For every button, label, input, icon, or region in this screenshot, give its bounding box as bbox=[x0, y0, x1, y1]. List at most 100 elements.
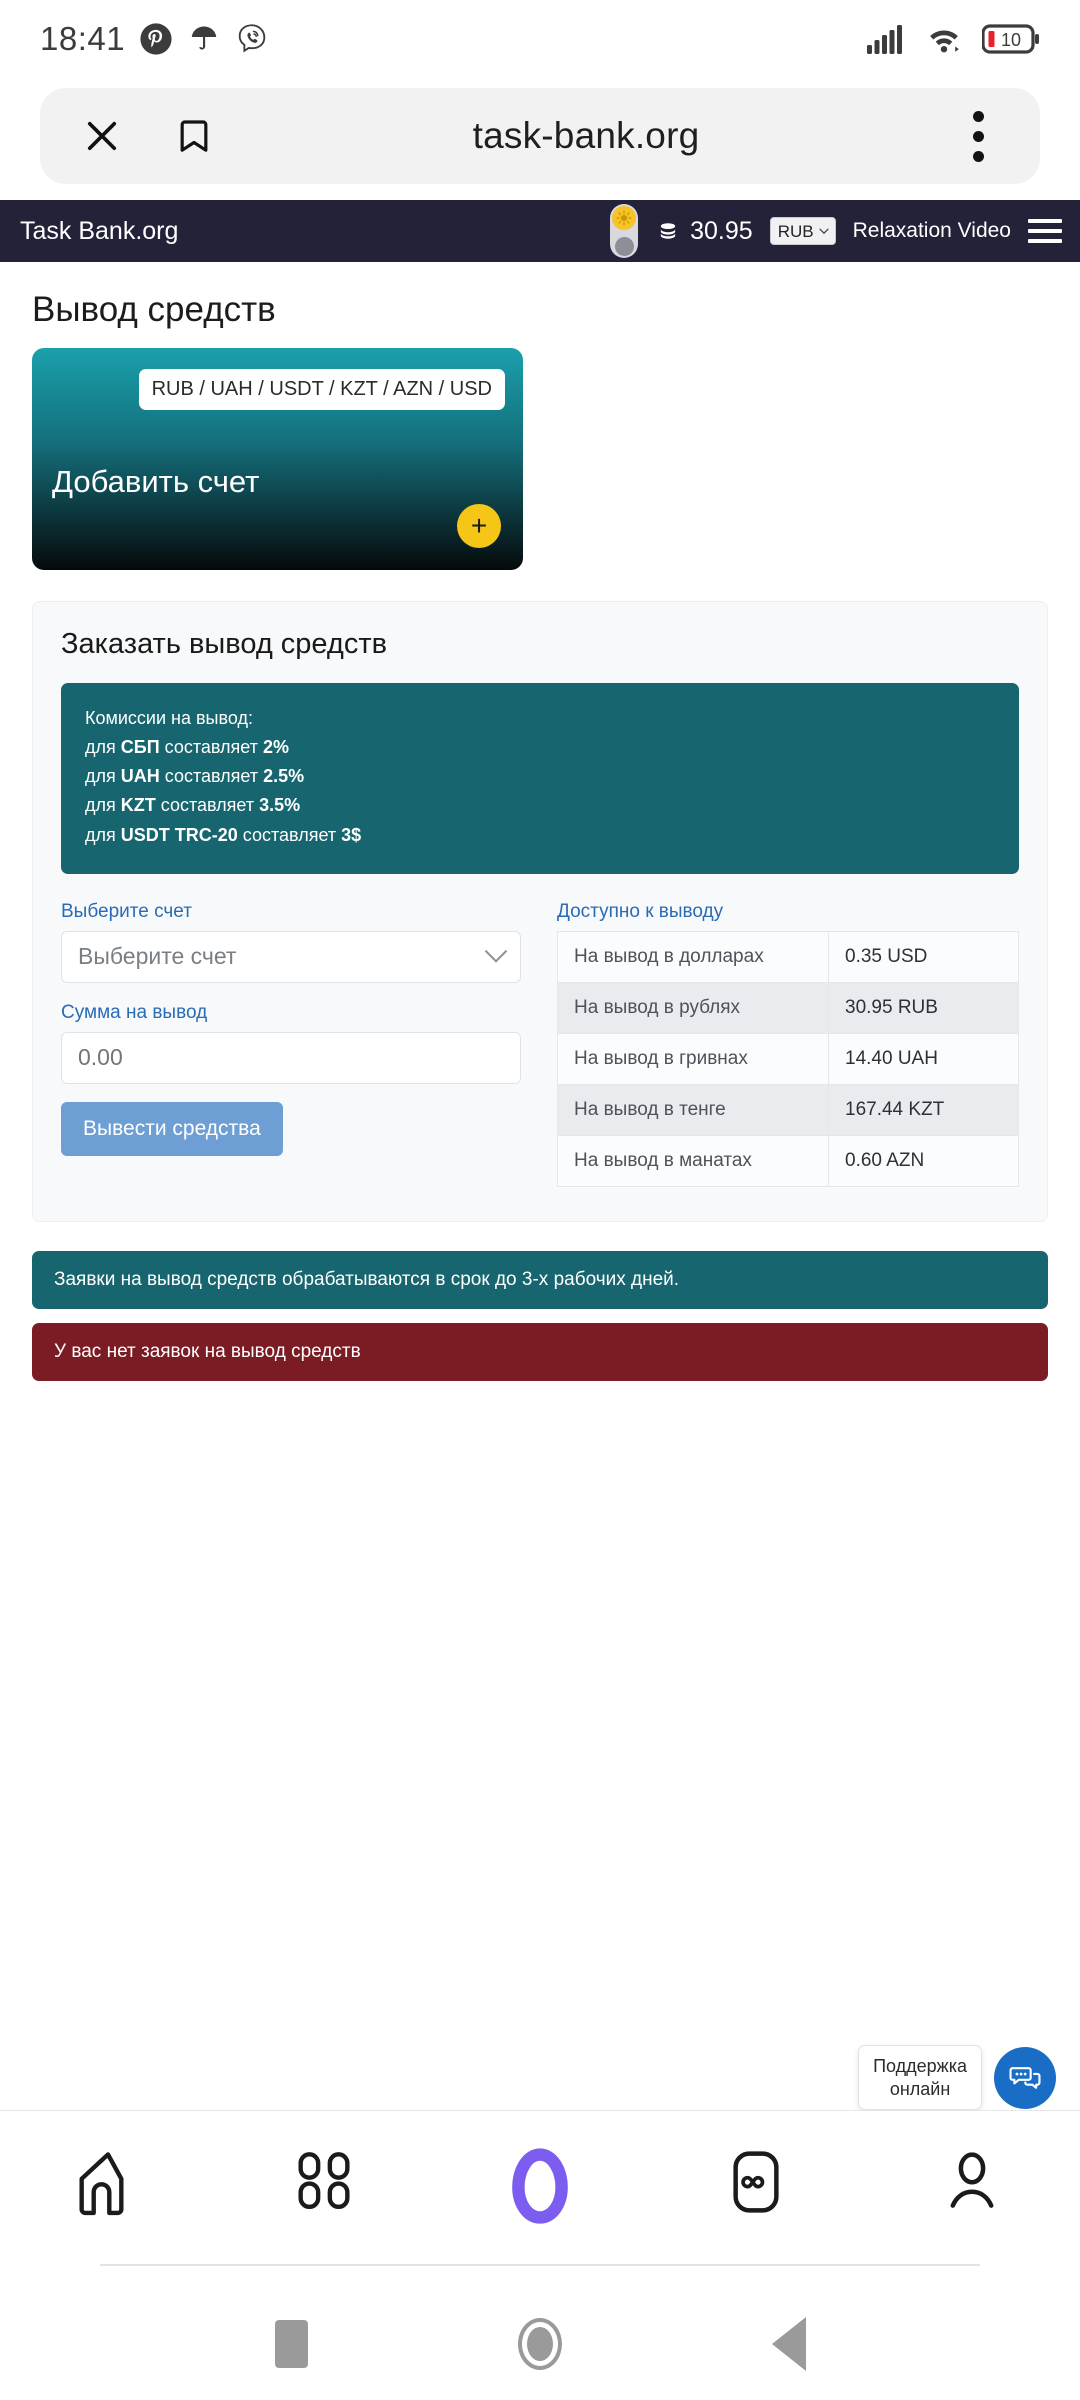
page-title: Вывод средств bbox=[32, 290, 276, 329]
support-tooltip-line2: онлайн bbox=[889, 2078, 951, 2099]
browser-urlbar[interactable]: task-bank.org bbox=[40, 88, 1040, 184]
supported-currencies-badge: RUB / UAH / USDT / KZT / AZN / USD bbox=[138, 369, 505, 410]
row-value: 0.35 USD bbox=[828, 930, 1019, 983]
fee-mid: составляет bbox=[159, 766, 264, 787]
home-circle-icon[interactable] bbox=[517, 2318, 562, 2370]
fee-method: USDT TRC-20 bbox=[120, 824, 238, 845]
viber-icon bbox=[238, 24, 266, 53]
close-icon[interactable] bbox=[74, 115, 130, 157]
fee-prefix: для bbox=[85, 795, 121, 816]
battery-level-text: 10 bbox=[1001, 30, 1021, 50]
available-balance-table: На вывод в долларах 0.35 USD На вывод в … bbox=[557, 930, 1019, 1187]
fee-method: СБП bbox=[120, 737, 160, 758]
row-value: 0.60 AZN bbox=[828, 1134, 1019, 1187]
table-row: На вывод в тенге 167.44 KZT bbox=[557, 1083, 1019, 1136]
fee-mid: составляет bbox=[159, 737, 263, 758]
account-field-label: Выберите счет bbox=[61, 900, 192, 922]
grid-apps-icon bbox=[298, 2152, 350, 2210]
amount-field-label: Сумма на вывод bbox=[61, 1001, 208, 1023]
no-requests-alert: У вас нет заявок на вывод средств bbox=[32, 1322, 1048, 1381]
fees-info-box: Комиссии на вывод: для СБП составляет 2%… bbox=[61, 683, 1019, 874]
fee-line: для СБП составляет 2% bbox=[85, 733, 995, 762]
withdraw-submit-button[interactable]: Вывести средства bbox=[61, 1101, 283, 1156]
recents-square-icon[interactable] bbox=[274, 2320, 308, 2368]
add-account-label: Добавить счет bbox=[52, 464, 260, 499]
amount-input[interactable] bbox=[61, 1031, 521, 1084]
withdrawal-panel: Заказать вывод средств Комиссии на вывод… bbox=[32, 601, 1048, 1222]
home-icon bbox=[79, 2152, 124, 2216]
support-widget[interactable]: Поддержка онлайн bbox=[858, 2045, 1056, 2110]
withdrawal-form-row: Выберите счет Выберите счет Сумма на выв… bbox=[61, 901, 1019, 1187]
bookmark-icon[interactable] bbox=[166, 116, 222, 156]
fee-value: 3$ bbox=[341, 824, 362, 845]
cellular-signal-icon bbox=[867, 25, 902, 54]
fee-line: для USDT TRC-20 составляет 3$ bbox=[85, 821, 995, 850]
row-label: На вывод в манатах bbox=[557, 1134, 829, 1187]
support-tooltip: Поддержка онлайн bbox=[858, 2045, 982, 2110]
row-label: На вывод в тенге bbox=[557, 1083, 829, 1136]
fee-value: 2% bbox=[262, 737, 289, 758]
browser-urlbar-container: task-bank.org bbox=[0, 78, 1080, 200]
row-value: 30.95 RUB bbox=[828, 981, 1019, 1034]
android-status-bar: 18:41 10 bbox=[0, 0, 1080, 78]
fee-line: для UAH составляет 2.5% bbox=[85, 762, 995, 791]
umbrella-icon bbox=[191, 26, 217, 50]
currency-select[interactable]: RUB bbox=[769, 217, 836, 245]
table-row: На вывод в долларах 0.35 USD bbox=[557, 930, 1019, 983]
fee-value: 2.5% bbox=[263, 766, 305, 787]
overflow-menu-icon[interactable] bbox=[950, 110, 1006, 162]
pinterest-icon bbox=[140, 23, 172, 55]
row-value: 167.44 KZT bbox=[828, 1083, 1019, 1136]
browser-tabs-button[interactable] bbox=[696, 2145, 816, 2219]
page-content: Вывод средств RUB / UAH / USDT / KZT / A… bbox=[0, 290, 1080, 1381]
browser-drag-handle[interactable] bbox=[100, 2264, 980, 2266]
chevron-down-icon bbox=[818, 228, 829, 235]
fee-value: 3.5% bbox=[259, 795, 301, 816]
browser-profile-button[interactable] bbox=[912, 2145, 1032, 2217]
profile-icon bbox=[950, 2152, 994, 2208]
battery-icon: 10 bbox=[982, 24, 1039, 54]
sun-moon-toggle-icon[interactable] bbox=[610, 204, 639, 258]
nav-link-relaxation-video[interactable]: Relaxation Video bbox=[853, 219, 1011, 243]
hamburger-menu-icon[interactable] bbox=[1028, 219, 1062, 243]
browser-home-button[interactable] bbox=[48, 2145, 168, 2223]
account-select[interactable]: Выберите счет bbox=[61, 930, 521, 983]
row-label: На вывод в долларах bbox=[557, 930, 829, 983]
fee-method: KZT bbox=[120, 795, 156, 816]
fee-mid: составляет bbox=[237, 824, 342, 845]
header-balance[interactable]: 30.95 bbox=[655, 217, 753, 246]
add-account-plus-button[interactable]: + bbox=[457, 504, 501, 548]
available-title: Доступно к выводу bbox=[557, 900, 724, 922]
fee-prefix: для bbox=[85, 766, 121, 787]
infinity-tabs-icon bbox=[733, 2151, 779, 2213]
sun-icon bbox=[612, 206, 637, 230]
support-chat-button[interactable] bbox=[994, 2046, 1056, 2109]
table-row: На вывод в гривнах 14.40 UAH bbox=[557, 1032, 1019, 1085]
android-nav-bar bbox=[0, 2288, 1080, 2400]
add-account-card[interactable]: RUB / UAH / USDT / KZT / AZN / USD Добав… bbox=[32, 348, 523, 570]
chat-bubbles-icon bbox=[1009, 2066, 1041, 2089]
fee-mid: составляет bbox=[155, 795, 260, 816]
currency-select-value: RUB bbox=[777, 221, 814, 241]
available-balance-section: Доступно к выводу На вывод в долларах 0.… bbox=[557, 901, 1019, 1187]
browser-alice-button[interactable] bbox=[480, 2145, 600, 2241]
withdrawal-form: Выберите счет Выберите счет Сумма на выв… bbox=[61, 901, 521, 1187]
back-triangle-icon[interactable] bbox=[771, 2317, 806, 2371]
fee-method: UAH bbox=[120, 766, 160, 787]
coins-icon bbox=[660, 223, 676, 239]
panel-title: Заказать вывод средств bbox=[61, 628, 388, 660]
fee-prefix: для bbox=[85, 737, 121, 758]
fee-line: для KZT составляет 3.5% bbox=[85, 791, 995, 820]
browser-apps-button[interactable] bbox=[264, 2145, 384, 2215]
support-tooltip-line1: Поддержка bbox=[873, 2056, 967, 2076]
url-text[interactable]: task-bank.org bbox=[222, 115, 950, 157]
row-value: 14.40 UAH bbox=[828, 1032, 1019, 1085]
fee-prefix: для bbox=[85, 824, 121, 845]
site-brand[interactable]: Task Bank.org bbox=[20, 217, 178, 246]
row-label: На вывод в гривнах bbox=[557, 1032, 829, 1085]
site-header-right: 30.95 RUB Relaxation Video bbox=[610, 204, 1062, 258]
browser-bottom-bar bbox=[0, 2110, 1080, 2288]
table-row: На вывод в манатах 0.60 AZN bbox=[557, 1134, 1019, 1187]
status-bar-left: 18:41 bbox=[40, 20, 269, 58]
wifi-icon bbox=[930, 30, 959, 53]
